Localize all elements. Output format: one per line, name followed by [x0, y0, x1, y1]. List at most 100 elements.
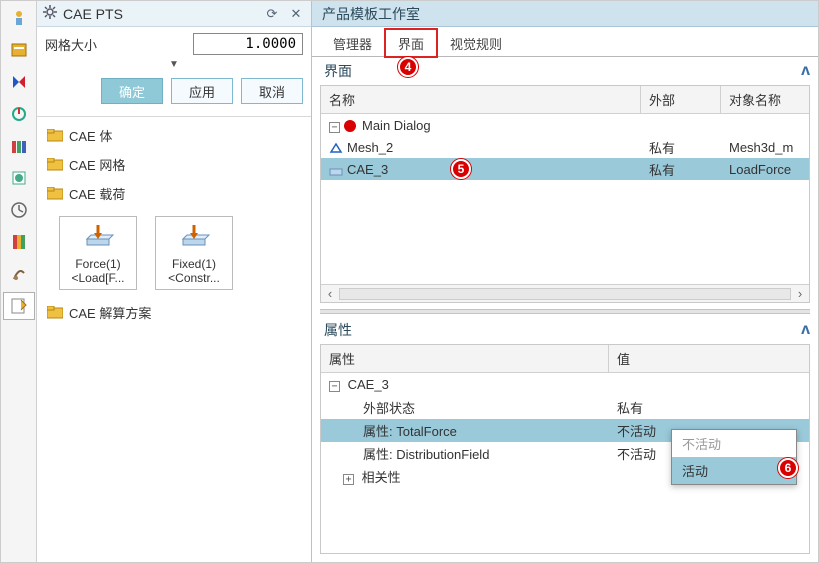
- cell-name: Main Dialog: [362, 118, 431, 133]
- left-icon-strip: [1, 1, 37, 562]
- folder-icon: [47, 158, 63, 171]
- mesh-icon: [329, 142, 343, 154]
- toolbtn-8[interactable]: [3, 228, 35, 256]
- right-panel-title: 产品模板工作室: [312, 1, 818, 27]
- col-name[interactable]: 名称: [321, 86, 641, 113]
- refresh-icon[interactable]: ⟳: [263, 6, 281, 22]
- col-object-name[interactable]: 对象名称: [721, 86, 809, 113]
- toolbtn-3[interactable]: [3, 68, 35, 96]
- folder-label: CAE 载荷: [69, 184, 125, 203]
- cell-object: Mesh3d_m: [721, 140, 809, 155]
- prop-group: CAE_3: [348, 377, 389, 392]
- tab-visual-rules[interactable]: 视觉规则: [437, 29, 515, 57]
- table-row[interactable]: Mesh_2 私有 Mesh3d_m: [321, 136, 809, 158]
- toolbtn-4[interactable]: [3, 100, 35, 128]
- cell-name: CAE_3: [347, 162, 388, 177]
- col-prop-value[interactable]: 值: [609, 345, 809, 372]
- interface-table: 名称 外部 对象名称 − Main Dialog Mesh_2 私有 Mesh3d…: [320, 85, 810, 303]
- cell-external: 私有: [641, 160, 721, 179]
- ok-button[interactable]: 确定: [101, 78, 163, 104]
- product-template-studio: 产品模板工作室 管理器 界面 视觉规则 4 界面 ʌ 名称 外部 对象名称 −M…: [312, 1, 818, 562]
- folder-icon: [47, 306, 63, 319]
- folder-cae-solution[interactable]: CAE 解算方案: [45, 300, 303, 325]
- table-header: 属性 值: [321, 345, 809, 373]
- dropdown-option-active[interactable]: 活动 6: [672, 457, 796, 484]
- table-row[interactable]: CAE_3 私有 LoadForce 5: [321, 158, 809, 180]
- folder-cae-body[interactable]: CAE 体: [45, 123, 303, 148]
- mesh-size-input[interactable]: [193, 33, 303, 55]
- prop-name: 相关性: [362, 470, 401, 485]
- folder-label: CAE 解算方案: [69, 303, 151, 322]
- folder-icon: [47, 129, 63, 142]
- apply-button[interactable]: 应用: [171, 78, 233, 104]
- item-caption: Force(1): [75, 257, 120, 271]
- toolbtn-2[interactable]: [3, 36, 35, 64]
- mesh-size-label: 网格大小: [45, 35, 185, 54]
- tab-manager[interactable]: 管理器: [320, 29, 385, 57]
- toolbtn-7[interactable]: [3, 196, 35, 224]
- col-prop-name[interactable]: 属性: [321, 345, 609, 372]
- toolbtn-6[interactable]: [3, 164, 35, 192]
- folder-icon: [47, 187, 63, 200]
- collapse-icon[interactable]: ʌ: [801, 62, 810, 80]
- cell-external: 私有: [641, 138, 721, 157]
- item-caption: Fixed(1): [172, 257, 216, 271]
- item-fixed[interactable]: Fixed(1)<Constr...: [155, 216, 233, 290]
- item-caption2: <Constr...: [168, 271, 220, 285]
- folder-cae-load[interactable]: CAE 载荷: [45, 181, 303, 206]
- table-body: − Main Dialog Mesh_2 私有 Mesh3d_m CAE_3 私有…: [321, 114, 809, 284]
- scroll-right-icon[interactable]: ›: [791, 286, 809, 301]
- panel-title: CAE PTS: [63, 6, 257, 22]
- callout-badge-6: 6: [778, 458, 798, 478]
- properties-table: 属性 值 − CAE_3 外部状态 私有 属性: TotalForce 不活动 …: [320, 344, 810, 554]
- prop-row[interactable]: 外部状态 私有: [321, 396, 809, 419]
- folder-label: CAE 体: [69, 126, 112, 145]
- prop-name: 属性: DistributionField: [321, 444, 609, 463]
- folder-cae-mesh[interactable]: CAE 网格: [45, 152, 303, 177]
- section-title: 属性: [324, 320, 793, 340]
- prop-row[interactable]: − CAE_3: [321, 373, 809, 396]
- collapse-toggle[interactable]: −: [329, 381, 340, 392]
- table-row[interactable]: − Main Dialog: [321, 114, 809, 136]
- table-header: 名称 外部 对象名称: [321, 86, 809, 114]
- toolbtn-5[interactable]: [3, 132, 35, 160]
- value-dropdown: 不活动 活动 6: [671, 429, 797, 485]
- collapse-toggle[interactable]: −: [329, 122, 340, 133]
- prop-value[interactable]: 私有: [609, 398, 809, 417]
- expand-chevron[interactable]: ▼: [45, 59, 303, 70]
- tab-strip: 管理器 界面 视觉规则 4: [312, 27, 818, 57]
- dropdown-option-inactive[interactable]: 不活动: [672, 430, 796, 457]
- option-label: 活动: [682, 464, 708, 479]
- folder-label: CAE 网格: [69, 155, 125, 174]
- cae-pts-panel: CAE PTS ⟳ ✕ 网格大小 ▼ 确定 应用 取消 CAE 体 CAE 网格: [37, 1, 312, 562]
- col-external[interactable]: 外部: [641, 86, 721, 113]
- section-interface-header: 界面 ʌ: [312, 57, 818, 83]
- cell-object: LoadForce: [721, 162, 809, 177]
- callout-badge-5: 5: [451, 159, 471, 179]
- app-root: CAE PTS ⟳ ✕ 网格大小 ▼ 确定 应用 取消 CAE 体 CAE 网格: [0, 0, 819, 563]
- scroll-track[interactable]: [339, 288, 791, 300]
- prop-name: 外部状态: [321, 398, 609, 417]
- gear-icon[interactable]: [43, 5, 57, 22]
- splitter-handle[interactable]: [320, 309, 810, 314]
- bullet-icon: [344, 120, 356, 132]
- cell-name: Mesh_2: [347, 140, 393, 155]
- item-caption2: <Load[F...: [71, 271, 124, 285]
- toolbtn-10[interactable]: [3, 292, 35, 320]
- panel-title-bar: CAE PTS ⟳ ✕: [37, 1, 311, 27]
- collapse-icon[interactable]: ʌ: [801, 321, 810, 339]
- fixed-icon: [177, 223, 211, 253]
- tab-interface[interactable]: 界面: [385, 29, 437, 57]
- expand-toggle[interactable]: +: [343, 474, 354, 485]
- cancel-button[interactable]: 取消: [241, 78, 303, 104]
- close-icon[interactable]: ✕: [287, 6, 305, 22]
- section-title: 界面: [324, 61, 793, 81]
- horizontal-scrollbar[interactable]: ‹ ›: [321, 284, 809, 302]
- item-force[interactable]: Force(1)<Load[F...: [59, 216, 137, 290]
- force-icon: [81, 223, 115, 253]
- scroll-left-icon[interactable]: ‹: [321, 286, 339, 301]
- prop-name: 属性: TotalForce: [321, 421, 609, 440]
- callout-badge-4: 4: [398, 57, 418, 77]
- toolbtn-1[interactable]: [3, 4, 35, 32]
- toolbtn-9[interactable]: [3, 260, 35, 288]
